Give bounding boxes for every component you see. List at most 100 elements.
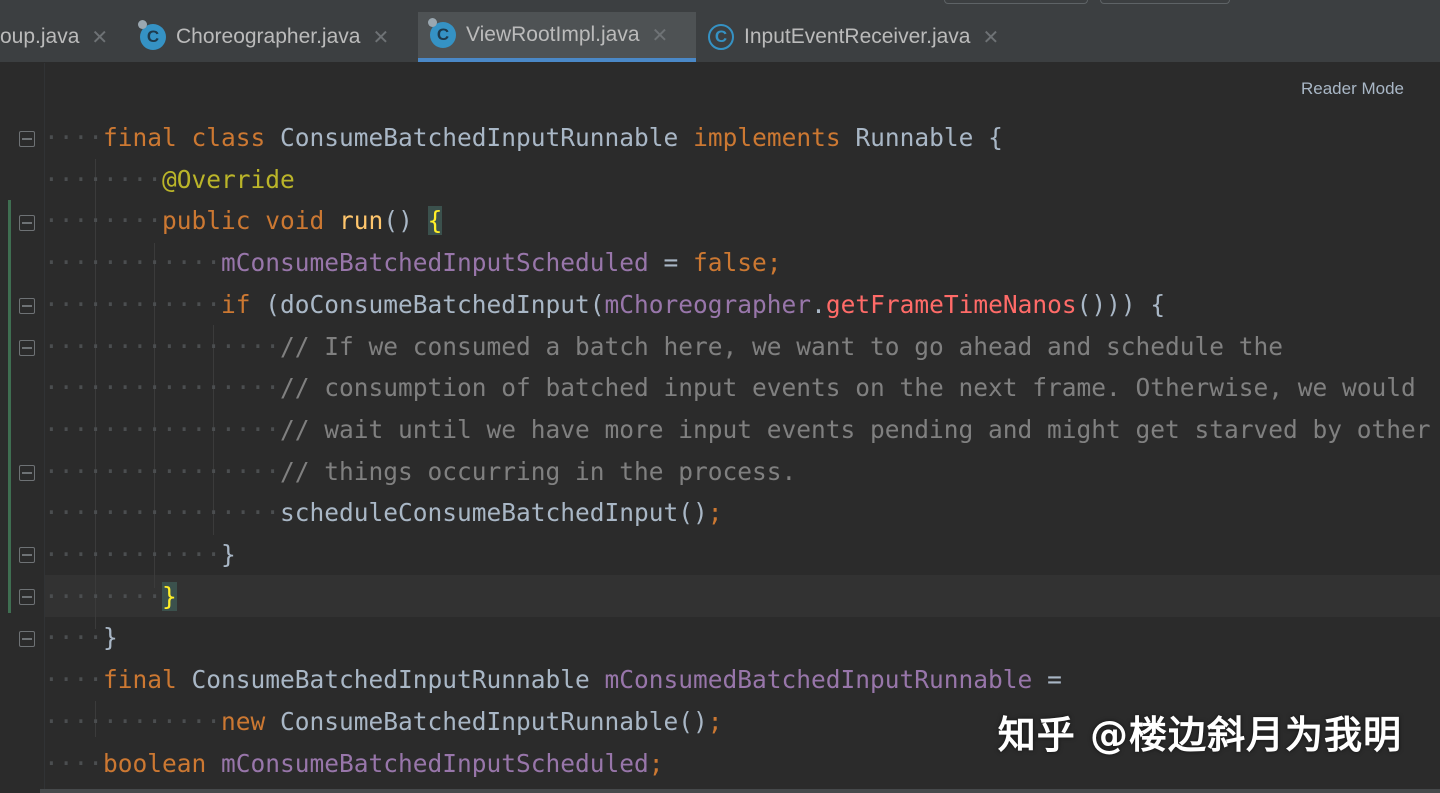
code-token: run bbox=[339, 206, 384, 236]
close-icon[interactable]: ✕ bbox=[372, 25, 389, 50]
toolbar-stub bbox=[1100, 0, 1230, 4]
code-line[interactable]: ················// consumption of batche… bbox=[44, 367, 1416, 409]
code-token: void bbox=[265, 206, 340, 236]
code-token: scheduleConsumeBatchedInput() bbox=[280, 498, 708, 528]
class-icon: C bbox=[428, 18, 456, 48]
code-line[interactable]: ····boolean mConsumeBatchedInputSchedule… bbox=[44, 743, 664, 785]
code-line[interactable]: ········} bbox=[44, 576, 177, 618]
code-token: } bbox=[103, 623, 118, 653]
code-line[interactable]: ············new ConsumeBatchedInputRunna… bbox=[44, 701, 723, 743]
code-token: final bbox=[103, 123, 192, 152]
code-line[interactable]: ············if (doConsumeBatchedInput(mC… bbox=[44, 284, 1165, 326]
vcs-change-marker bbox=[8, 200, 11, 613]
code-token: ConsumeBatchedInputRunnable bbox=[191, 665, 605, 695]
fold-icon[interactable] bbox=[19, 547, 35, 563]
code-token: ; bbox=[707, 498, 723, 528]
indent-whitespace: ········ bbox=[44, 581, 163, 611]
code-token: false; bbox=[693, 248, 782, 278]
tab-inputeventreceiver[interactable]: C InputEventReceiver.java ✕ bbox=[700, 12, 1030, 62]
watermark: 知乎 @楼边斜月为我明 bbox=[997, 713, 1402, 757]
editor-tab-bar: oup.java ✕ C Choreographer.java ✕ C View… bbox=[0, 0, 1440, 63]
fold-icon[interactable] bbox=[19, 631, 35, 647]
close-icon[interactable]: ✕ bbox=[652, 23, 669, 48]
fold-icon[interactable] bbox=[19, 340, 35, 356]
code-token: mChoreographer bbox=[604, 289, 812, 319]
code-token: new bbox=[221, 706, 281, 736]
class-icon: C bbox=[708, 24, 734, 50]
code-line[interactable]: ················// If we consumed a batc… bbox=[44, 326, 1283, 368]
indent-whitespace: ···· bbox=[44, 123, 104, 152]
code-token: class bbox=[191, 123, 281, 152]
caret-line-highlight bbox=[0, 575, 1440, 617]
code-token: ConsumeBatchedInputRunnable() bbox=[280, 706, 708, 736]
code-token: ConsumeBatchedInputRunnable bbox=[280, 123, 694, 152]
code-token: Runnable { bbox=[855, 123, 1003, 152]
code-token: } bbox=[162, 581, 177, 611]
code-line[interactable]: ····} bbox=[44, 617, 118, 659]
code-token: = bbox=[1032, 665, 1062, 695]
code-line[interactable]: ················scheduleConsumeBatchedIn… bbox=[44, 492, 723, 534]
code-token: { bbox=[427, 206, 443, 236]
tab-label: oup.java bbox=[0, 25, 80, 48]
indent-whitespace: ············ bbox=[44, 706, 222, 736]
indent-whitespace: ········ bbox=[44, 164, 163, 194]
code-token: (doConsumeBatchedInput( bbox=[265, 289, 605, 319]
fold-icon[interactable] bbox=[19, 131, 35, 147]
code-line[interactable]: ········public void run() { bbox=[44, 200, 443, 242]
code-token: public bbox=[162, 206, 266, 236]
class-icon: C bbox=[138, 20, 166, 50]
reader-mode-toggle[interactable]: Reader Mode bbox=[1301, 79, 1404, 99]
fold-icon[interactable] bbox=[19, 589, 35, 605]
code-token: // things occurring in the process. bbox=[280, 456, 797, 486]
horizontal-scrollbar[interactable] bbox=[40, 789, 1440, 793]
tab-label: ViewRootImpl.java bbox=[466, 23, 640, 46]
fold-icon[interactable] bbox=[19, 215, 35, 231]
code-line[interactable]: ····final ConsumeBatchedInputRunnable mC… bbox=[44, 659, 1062, 701]
tab-label: InputEventReceiver.java bbox=[744, 25, 971, 48]
code-token: } bbox=[221, 540, 236, 569]
indent-whitespace: ···· bbox=[44, 623, 104, 653]
indent-whitespace: ················ bbox=[44, 498, 281, 528]
fold-icon[interactable] bbox=[19, 465, 35, 481]
indent-whitespace: ············ bbox=[44, 540, 222, 569]
indent-whitespace: ···· bbox=[44, 748, 104, 778]
code-line[interactable]: ····final class ConsumeBatchedInputRunna… bbox=[44, 117, 1003, 159]
close-icon[interactable]: ✕ bbox=[91, 25, 108, 50]
code-line[interactable]: ················// wait until we have mo… bbox=[44, 409, 1431, 451]
code-token: if bbox=[221, 289, 266, 319]
code-token: = bbox=[648, 248, 694, 278]
indent-whitespace: ················ bbox=[44, 331, 281, 361]
code-token: . bbox=[811, 289, 826, 319]
code-token: mConsumeBatchedInputScheduled bbox=[221, 748, 649, 778]
indent-whitespace: ················ bbox=[44, 373, 281, 403]
tab-label: Choreographer.java bbox=[176, 25, 361, 48]
code-token: // If we consumed a batch here, we want … bbox=[280, 331, 1284, 361]
pin-icon bbox=[428, 18, 437, 27]
code-line[interactable]: ············} bbox=[44, 534, 236, 576]
fold-icon[interactable] bbox=[19, 298, 35, 314]
code-token: ; bbox=[707, 706, 723, 736]
code-token: implements bbox=[693, 123, 856, 152]
tab-viewgroup[interactable]: oup.java ✕ bbox=[0, 12, 122, 62]
code-token: ())) { bbox=[1076, 289, 1166, 319]
indent-whitespace: ············ bbox=[44, 289, 222, 319]
toolbar-stub bbox=[944, 0, 1088, 4]
gutter bbox=[0, 63, 45, 793]
code-token: mConsumeBatchedInputScheduled bbox=[221, 248, 649, 278]
code-token: () bbox=[383, 206, 428, 236]
code-token: ; bbox=[648, 748, 664, 778]
code-token: @Override bbox=[162, 164, 295, 194]
tab-choreographer[interactable]: C Choreographer.java ✕ bbox=[136, 12, 414, 62]
indent-whitespace: ········ bbox=[44, 206, 163, 236]
code-token: getFrameTimeNanos bbox=[825, 289, 1077, 319]
indent-whitespace: ················ bbox=[44, 414, 281, 444]
tab-viewrootimpl[interactable]: C ViewRootImpl.java ✕ bbox=[418, 12, 696, 62]
code-editor[interactable]: Reader Mode ····final class ConsumeBatch… bbox=[0, 63, 1440, 793]
indent-whitespace: ············ bbox=[44, 248, 222, 278]
indent-whitespace: ···· bbox=[44, 665, 104, 695]
code-line[interactable]: ············mConsumeBatchedInputSchedule… bbox=[44, 242, 782, 284]
code-token: // consumption of batched input events o… bbox=[280, 373, 1416, 403]
code-line[interactable]: ················// things occurring in t… bbox=[44, 451, 796, 493]
close-icon[interactable]: ✕ bbox=[982, 25, 999, 50]
code-line[interactable]: ········@Override bbox=[44, 159, 295, 201]
